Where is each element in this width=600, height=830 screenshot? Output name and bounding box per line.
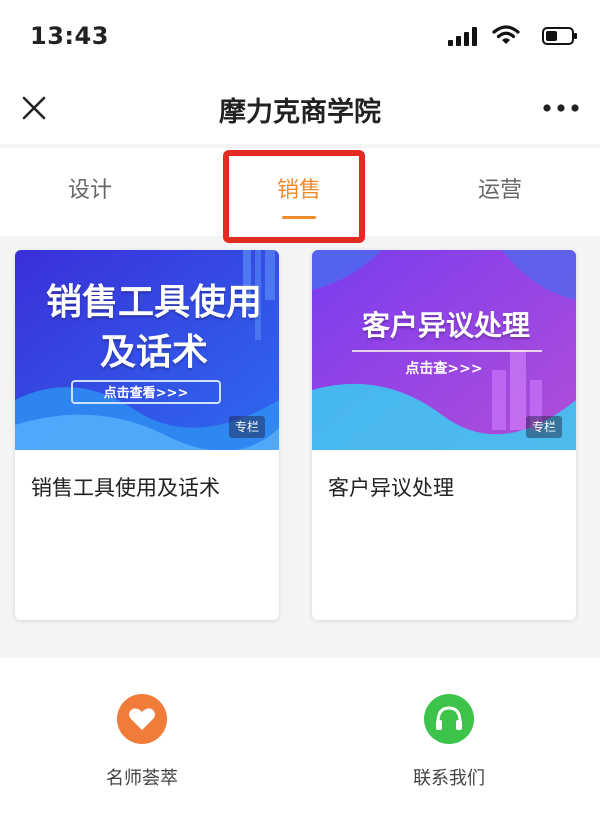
famous-teachers-label: 名师荟萃 bbox=[106, 768, 178, 789]
nav-bar: 摩力克商学院 bbox=[0, 78, 600, 144]
page-title: 摩力克商学院 bbox=[219, 97, 381, 128]
bottom-actions: 名师荟萃 联系我们 bbox=[0, 658, 600, 830]
tab-operations[interactable]: 运营 bbox=[440, 172, 560, 204]
banner-divider bbox=[352, 350, 542, 352]
course-banner: 客户异议处理 点击查>>> 专栏 bbox=[312, 250, 576, 450]
status-time: 13:43 bbox=[30, 22, 109, 50]
more-icon[interactable] bbox=[540, 94, 582, 122]
headphones-icon bbox=[424, 694, 474, 744]
signal-icon bbox=[448, 26, 478, 46]
course-banner: 销售工具使用及话术 点击查看>>> 专栏 bbox=[15, 250, 279, 450]
contact-us-label: 联系我们 bbox=[413, 768, 485, 789]
famous-teachers-button[interactable]: 名师荟萃 bbox=[67, 694, 217, 790]
status-bar: 13:43 bbox=[0, 0, 600, 78]
course-card-objection-handling[interactable]: 客户异议处理 点击查>>> 专栏 客户异议处理 bbox=[312, 250, 576, 620]
tab-design[interactable]: 设计 bbox=[30, 172, 150, 204]
course-title: 销售工具使用及话术 bbox=[31, 476, 220, 500]
banner-cta: 点击查看>>> bbox=[71, 380, 221, 404]
banner-cta: 点击查>>> bbox=[405, 361, 483, 377]
heart-icon bbox=[117, 694, 167, 744]
column-badge: 专栏 bbox=[229, 416, 265, 438]
tab-highlight-box bbox=[223, 150, 365, 243]
course-card-sales-tools[interactable]: 销售工具使用及话术 点击查看>>> 专栏 销售工具使用及话术 bbox=[15, 250, 279, 620]
course-title: 客户异议处理 bbox=[328, 476, 454, 500]
banner-title: 客户异议处理 bbox=[361, 309, 530, 342]
battery-icon bbox=[542, 27, 577, 45]
wifi-icon bbox=[492, 25, 520, 44]
contact-us-button[interactable]: 联系我们 bbox=[374, 694, 524, 790]
column-badge: 专栏 bbox=[526, 416, 562, 438]
banner-title: 销售工具使用及话术 bbox=[45, 282, 262, 373]
